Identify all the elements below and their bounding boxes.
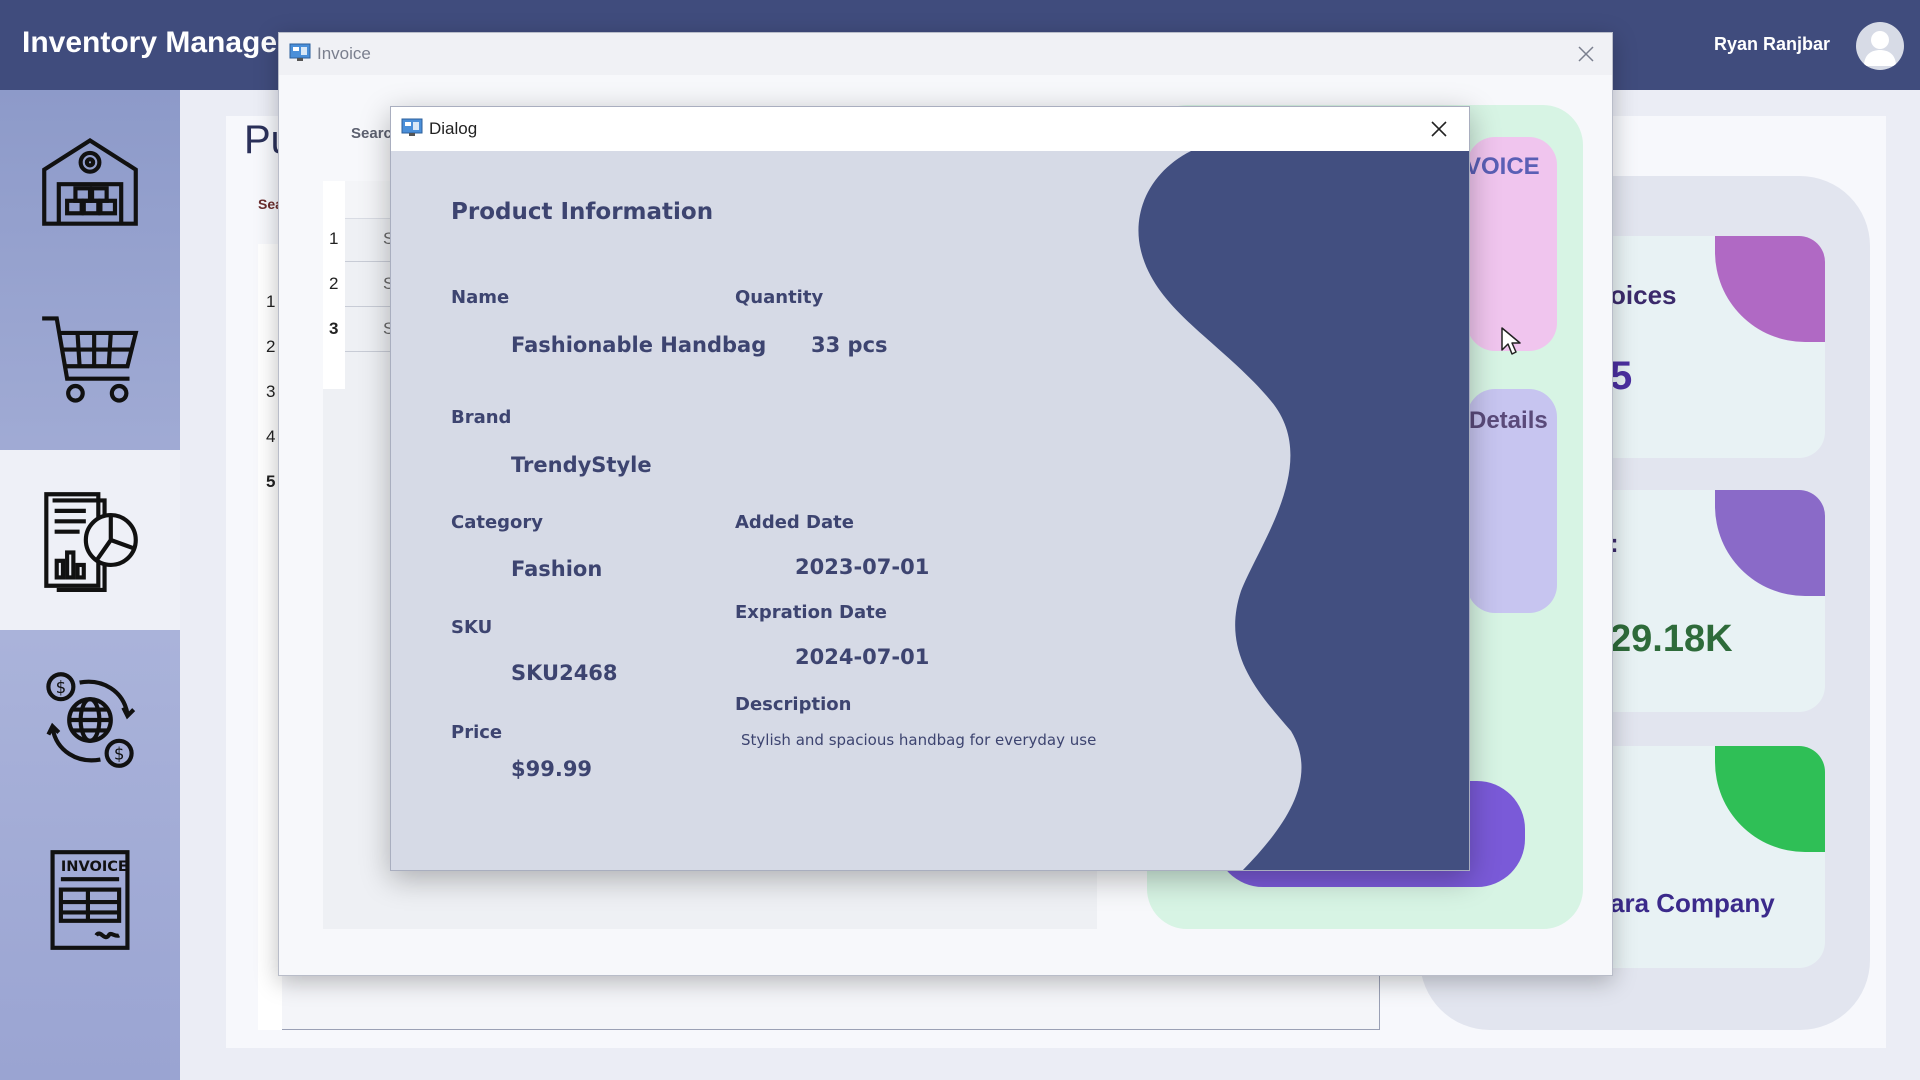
close-icon [1578,46,1594,62]
row-number[interactable]: 1 [329,229,338,249]
quantity-label: Quantity [735,287,824,308]
sidebar-item-cart[interactable] [0,270,180,450]
row-number[interactable]: 1 [266,292,275,312]
name-label: Name [451,287,510,308]
avatar[interactable] [1856,22,1904,70]
sidebar-item-invoice[interactable]: INVOICE [0,810,180,990]
invoice-icon: INVOICE [50,850,130,950]
description-value: Stylish and spacious handbag for everyda… [741,731,1097,749]
invoice-card-label: VOICE [1465,153,1540,180]
brand-value: TrendyStyle [511,453,652,477]
brand-label: Brand [451,407,512,428]
invoice-titlebar[interactable]: Invoice [279,33,1612,75]
app-window-icon [401,118,423,136]
svg-text:INVOICE: INVOICE [61,858,128,875]
mouse-cursor-icon [1501,327,1521,355]
sku-value: SKU2468 [511,661,618,685]
added-date-label: Added Date [735,512,854,533]
user-avatar-icon [1864,31,1896,66]
app-window-icon [289,43,311,61]
invoices-card-value: 5 [1610,354,1633,398]
details-card-label: Details [1469,407,1548,434]
sidebar-item-exchange[interactable]: $ $ [0,630,180,810]
price-label: Price [451,722,503,743]
sidebar-item-reports[interactable] [0,450,180,630]
warehouse-icon [42,138,138,226]
invoice-window-title: Invoice [317,44,371,63]
category-label: Category [451,512,544,533]
category-value: Fashion [511,557,603,581]
close-icon [1431,121,1447,137]
user-name[interactable]: Ryan Ranjbar [1714,34,1830,55]
row-number[interactable]: 3 [329,319,338,339]
sidebar-item-warehouse[interactable] [0,90,180,270]
row-number[interactable]: 4 [266,427,275,447]
expiration-date-label: Expration Date [735,602,887,623]
row-number[interactable]: 5 [266,472,275,492]
svg-text:$: $ [56,678,67,697]
row-number[interactable]: 2 [266,337,275,357]
added-date-value: 2023-07-01 [795,555,930,579]
description-label: Description [735,694,852,715]
price-value: $99.99 [511,757,593,781]
expiration-date-value: 2024-07-01 [795,645,930,669]
product-dialog: Dialog Product Information Name Fashiona… [390,106,1470,871]
dialog-close-button[interactable] [1423,113,1455,145]
invoices-card-label: oices [1610,280,1677,310]
report-chart-icon [44,492,138,592]
amount-card-value: 29.18K [1610,618,1733,660]
dialog-heading: Product Information [451,199,714,225]
dialog-title: Dialog [429,119,478,138]
dialog-titlebar[interactable]: Dialog [391,107,1469,151]
sidebar: $ $ INVOICE [0,90,180,1080]
row-number[interactable]: 2 [329,274,338,294]
currency-exchange-icon: $ $ [46,672,136,768]
invoice-close-button[interactable] [1570,38,1602,70]
app-title: Inventory Manage [22,26,278,59]
row-number[interactable]: 3 [266,382,275,402]
shopping-cart-icon [42,316,139,403]
invoice-search-label: Searc [351,125,392,142]
sku-label: SKU [451,617,493,638]
svg-text:$: $ [114,745,125,764]
company-card-value: ara Company [1610,888,1775,918]
quantity-value: 33 pcs [811,333,888,357]
dialog-body: Product Information Name Fashionable Han… [391,151,1469,870]
name-value: Fashionable Handbag [511,333,767,357]
